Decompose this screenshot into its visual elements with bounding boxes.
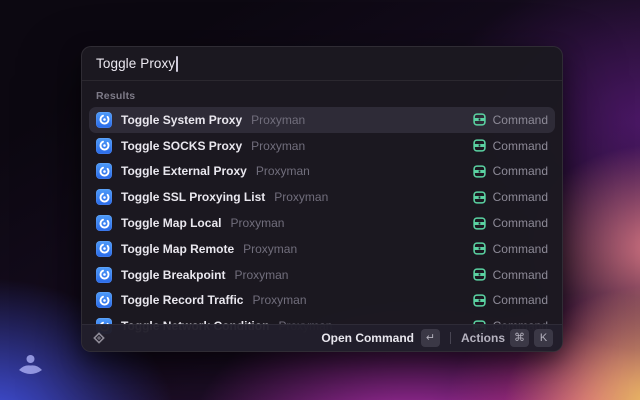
item-title: Toggle External Proxy (121, 164, 247, 178)
item-title: Toggle System Proxy (121, 113, 242, 127)
proxyman-icon (96, 112, 112, 128)
list-item[interactable]: Toggle SSL Proxying List Proxyman Comman… (89, 184, 555, 210)
proxyman-icon (96, 241, 112, 257)
k-key-badge: K (534, 329, 553, 347)
proxyman-icon (96, 292, 112, 308)
search-value: Toggle Proxy (96, 56, 175, 71)
command-type-icon (473, 113, 486, 126)
list-item[interactable]: Toggle System Proxy Proxyman Command (89, 107, 555, 133)
proxyman-icon (96, 189, 112, 205)
return-key-badge: ↵ (421, 329, 440, 347)
item-subtitle: Proxyman (251, 113, 305, 127)
accessory-label: Command (493, 190, 548, 204)
command-type-icon (473, 268, 486, 281)
accessory-label: Command (493, 293, 548, 307)
item-accessory: Command (473, 242, 548, 256)
command-type-icon (473, 242, 486, 255)
proxyman-icon (96, 163, 112, 179)
accessory-label: Command (493, 139, 548, 153)
peek-glyph-icon (17, 353, 44, 377)
item-subtitle: Proxyman (243, 242, 297, 256)
list-item[interactable]: Toggle Breakpoint Proxyman Command (89, 262, 555, 288)
footer-divider (450, 332, 451, 344)
item-title: Toggle SOCKS Proxy (121, 139, 242, 153)
actions-label: Actions (461, 331, 505, 345)
results-list: Toggle System Proxy Proxyman Command Tog… (82, 107, 562, 339)
divider (82, 80, 562, 81)
item-subtitle: Proxyman (252, 293, 306, 307)
item-title: Toggle Map Remote (121, 242, 234, 256)
command-type-icon (473, 165, 486, 178)
item-subtitle: Proxyman (251, 139, 305, 153)
list-item[interactable]: Toggle Map Local Proxyman Command (89, 210, 555, 236)
list-item[interactable]: Toggle External Proxy Proxyman Command (89, 159, 555, 185)
accessory-label: Command (493, 164, 548, 178)
item-accessory: Command (473, 139, 548, 153)
item-title: Toggle Map Local (121, 216, 221, 230)
proxyman-icon (96, 138, 112, 154)
accessory-label: Command (493, 268, 548, 282)
search-input[interactable]: Toggle Proxy (82, 47, 562, 80)
item-title: Toggle Breakpoint (121, 268, 225, 282)
item-subtitle: Proxyman (274, 190, 328, 204)
list-item[interactable]: Toggle SOCKS Proxy Proxyman Command (89, 133, 555, 159)
raycast-logo-icon (91, 330, 107, 346)
proxyman-icon (96, 267, 112, 283)
accessory-label: Command (493, 242, 548, 256)
command-type-icon (473, 294, 486, 307)
item-accessory: Command (473, 113, 548, 127)
list-item[interactable]: Toggle Record Traffic Proxyman Command (89, 288, 555, 314)
proxyman-icon (96, 215, 112, 231)
actions-button[interactable]: Actions ⌘ K (461, 329, 553, 347)
item-accessory: Command (473, 164, 548, 178)
command-type-icon (473, 139, 486, 152)
item-subtitle: Proxyman (234, 268, 288, 282)
item-subtitle: Proxyman (256, 164, 310, 178)
item-accessory: Command (473, 190, 548, 204)
command-type-icon (473, 217, 486, 230)
results-section-label: Results (96, 90, 548, 102)
command-type-icon (473, 191, 486, 204)
item-accessory: Command (473, 268, 548, 282)
text-caret (176, 56, 178, 72)
item-title: Toggle SSL Proxying List (121, 190, 265, 204)
cmd-key-badge: ⌘ (510, 329, 529, 347)
raycast-window: Toggle Proxy Results Toggle System Proxy… (81, 46, 563, 352)
accessory-label: Command (493, 216, 548, 230)
list-item[interactable]: Toggle Map Remote Proxyman Command (89, 236, 555, 262)
item-accessory: Command (473, 293, 548, 307)
primary-action-button[interactable]: Open Command ↵ (321, 329, 440, 347)
accessory-label: Command (493, 113, 548, 127)
item-subtitle: Proxyman (230, 216, 284, 230)
footer-bar: Open Command ↵ Actions ⌘ K (82, 324, 562, 351)
item-accessory: Command (473, 216, 548, 230)
primary-action-label: Open Command (321, 331, 414, 345)
item-title: Toggle Record Traffic (121, 293, 243, 307)
